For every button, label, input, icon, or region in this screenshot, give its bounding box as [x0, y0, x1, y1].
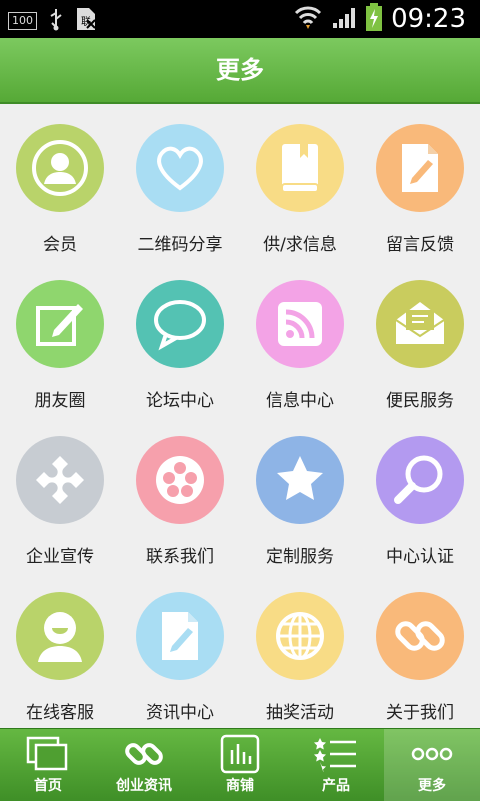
tab-more[interactable]: 更多: [384, 729, 480, 801]
grid-item-news-center[interactable]: 资讯中心: [120, 580, 240, 730]
globe-icon: [256, 592, 344, 680]
grid-item-moments[interactable]: 朋友圈: [0, 268, 120, 418]
grid-item-label: 二维码分享: [137, 235, 223, 255]
grid-item-label: 资讯中心: [146, 703, 214, 723]
star-list-icon: [288, 733, 384, 775]
heart-icon: [136, 124, 224, 212]
mail-icon: [376, 280, 464, 368]
puzzle-icon: [16, 436, 104, 524]
tab-label: 更多: [418, 778, 446, 794]
status-bar: 100 联 09:23: [0, 0, 480, 38]
chain-link-icon: [96, 733, 192, 775]
edit-icon: [16, 280, 104, 368]
grid-item-label: 关于我们: [386, 703, 454, 723]
tab-label: 商铺: [226, 778, 254, 794]
document-edit-icon: [136, 592, 224, 680]
clock: 09:23: [391, 4, 466, 34]
grid-item-info-center[interactable]: 信息中心: [240, 268, 360, 418]
wifi-icon: [293, 3, 323, 35]
film-reel-icon: [136, 436, 224, 524]
tab-products[interactable]: 产品: [288, 729, 384, 801]
grid-item-promotion[interactable]: 企业宣传: [0, 424, 120, 574]
rss-icon: [256, 280, 344, 368]
grid-item-lottery[interactable]: 抽奖活动: [240, 580, 360, 730]
book-icon: [256, 124, 344, 212]
grid-item-label: 企业宣传: [26, 547, 94, 567]
more-dots-icon: [384, 733, 480, 775]
magnifier-icon: [376, 436, 464, 524]
tab-label: 产品: [322, 778, 350, 794]
grid-item-member[interactable]: 会员: [0, 112, 120, 262]
grid-item-label: 朋友圈: [34, 391, 86, 411]
grid-item-forum[interactable]: 论坛中心: [120, 268, 240, 418]
tab-home[interactable]: 首页: [0, 729, 96, 801]
bottom-tab-bar: 首页 创业资讯 商铺 产品 更多: [0, 728, 480, 801]
tab-label: 创业资讯: [116, 778, 172, 794]
battery-icon: [365, 2, 383, 36]
grid-item-contact[interactable]: 联系我们: [120, 424, 240, 574]
tab-label: 首页: [34, 778, 62, 794]
grid-item-about-us[interactable]: 关于我们: [360, 580, 480, 730]
header: 更多: [0, 38, 480, 104]
grid-item-label: 联系我们: [146, 547, 214, 567]
grid-item-label: 留言反馈: [386, 235, 454, 255]
grid-item-online-service[interactable]: 在线客服: [0, 580, 120, 730]
grid-item-label: 定制服务: [266, 547, 334, 567]
tab-startup-news[interactable]: 创业资讯: [96, 729, 192, 801]
notification-badge-icon: 100: [8, 12, 37, 30]
windows-icon: [0, 733, 96, 775]
page-title: 更多: [216, 56, 264, 84]
grid-item-label: 便民服务: [386, 391, 454, 411]
status-left: 100 联: [8, 6, 97, 36]
grid-item-qr-share[interactable]: 二维码分享: [120, 112, 240, 262]
member-icon: [16, 124, 104, 212]
grid-item-label: 会员: [43, 235, 77, 255]
usb-icon: [47, 7, 65, 35]
chat-bubble-icon: [136, 280, 224, 368]
grid-item-supply-demand[interactable]: 供/求信息: [240, 112, 360, 262]
grid-item-label: 供/求信息: [263, 235, 337, 255]
smiley-person-icon: [16, 592, 104, 680]
grid-item-label: 中心认证: [386, 547, 454, 567]
grid-item-public-service[interactable]: 便民服务: [360, 268, 480, 418]
star-icon: [256, 436, 344, 524]
signal-icon: [331, 4, 357, 34]
note-edit-icon: [376, 124, 464, 212]
status-right: 09:23: [293, 2, 466, 36]
grid-item-certification[interactable]: 中心认证: [360, 424, 480, 574]
tab-shops[interactable]: 商铺: [192, 729, 288, 801]
grid-item-feedback[interactable]: 留言反馈: [360, 112, 480, 262]
grid-item-label: 在线客服: [26, 703, 94, 723]
grid-item-label: 信息中心: [266, 391, 334, 411]
bar-chart-icon: [192, 733, 288, 775]
grid-item-label: 论坛中心: [146, 391, 214, 411]
chain-link-icon: [376, 592, 464, 680]
grid-item-label: 抽奖活动: [266, 703, 334, 723]
grid-item-custom-service[interactable]: 定制服务: [240, 424, 360, 574]
sim-card-icon: 联: [75, 6, 97, 36]
